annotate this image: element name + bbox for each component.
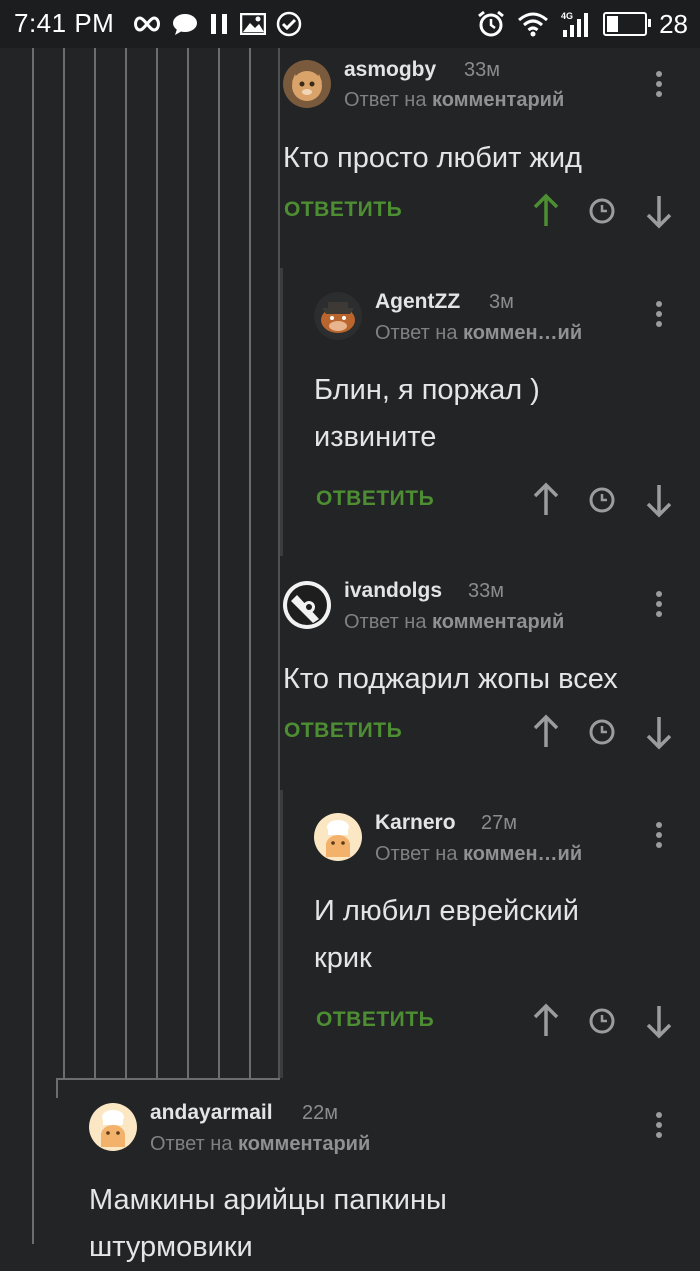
- comment-time: 22м: [302, 1102, 338, 1124]
- more-options-icon[interactable]: [649, 1109, 669, 1145]
- comment-username[interactable]: andayarmail: [150, 1101, 273, 1125]
- reply-target-link[interactable]: комментарий: [238, 1133, 370, 1155]
- comment-text: Мамкины арийцы папкины штурмовики: [89, 1184, 447, 1263]
- avatar[interactable]: [89, 1103, 137, 1151]
- comment-andayarmail: andayarmail 22м Ответ на комментарий Мам…: [0, 0, 700, 1263]
- reply-to-line[interactable]: Ответ на комментарий: [150, 1133, 370, 1156]
